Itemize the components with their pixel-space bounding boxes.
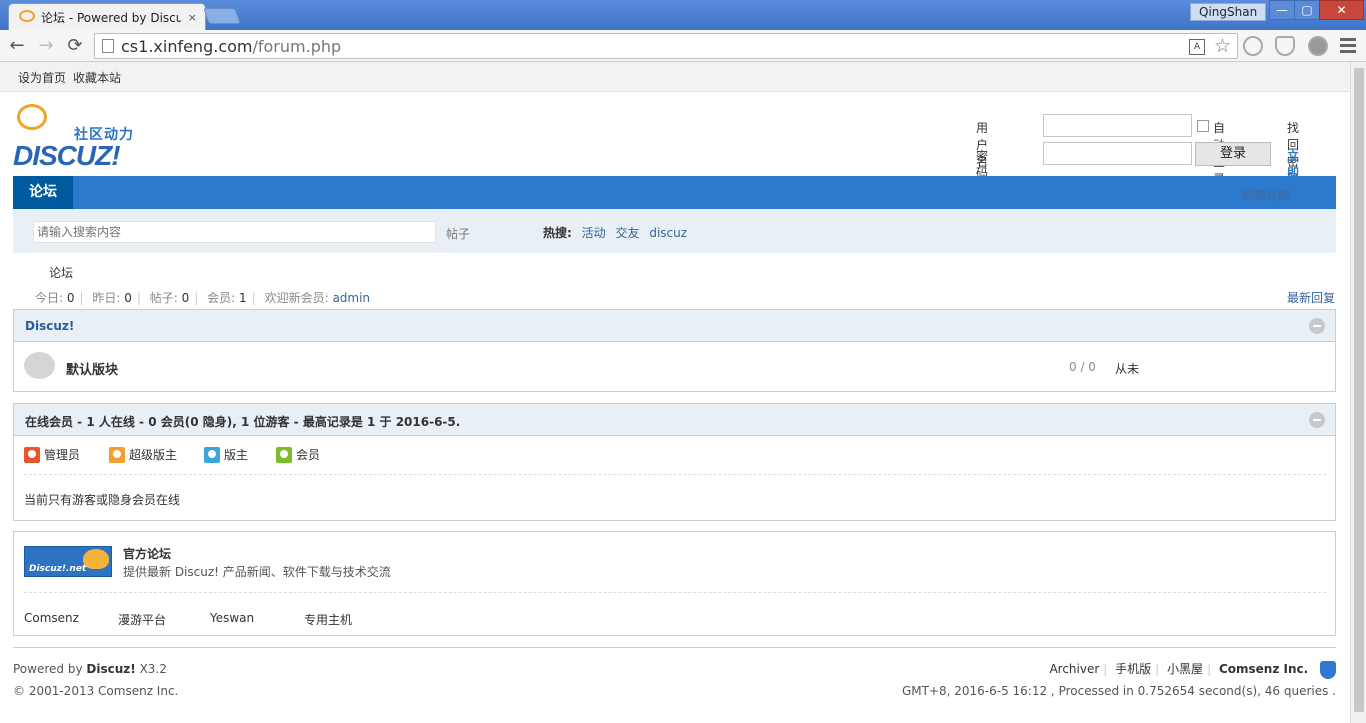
- scrollbar-thumb[interactable]: [1354, 68, 1364, 712]
- security-shield-icon[interactable]: [1320, 660, 1336, 679]
- tab-close-icon[interactable]: ×: [188, 11, 197, 24]
- breadcrumb[interactable]: 论坛: [49, 264, 73, 281]
- logo-sun-icon: [83, 549, 109, 569]
- divider: [24, 474, 1326, 475]
- official-forum-desc: 提供最新 Discuz! 产品新闻、软件下载与技术交流: [123, 565, 391, 579]
- minimize-button[interactable]: —: [1269, 0, 1295, 20]
- collapse-icon[interactable]: [1309, 318, 1325, 334]
- login-button[interactable]: 登录: [1195, 142, 1271, 166]
- close-window-button[interactable]: ✕: [1319, 0, 1364, 20]
- site-logo[interactable]: 社区动力 DISCUZ!: [13, 102, 153, 172]
- new-tab-button[interactable]: [203, 8, 241, 24]
- nav-forum-tab[interactable]: 论坛: [13, 176, 73, 209]
- bookmark-star-icon[interactable]: ☆: [1214, 35, 1231, 57]
- friend-link[interactable]: Comsenz: [24, 611, 79, 625]
- reload-button[interactable]: ⟳: [64, 35, 86, 57]
- search-type-select[interactable]: 帖子: [446, 225, 470, 242]
- page-viewport: 设为首页 收藏本站 社区动力 DISCUZ! 用户名 自动登录 找回密码 密码 …: [0, 62, 1366, 723]
- page-icon: [102, 39, 114, 53]
- divider: [24, 592, 1326, 593]
- forum-status-icon: [24, 352, 55, 379]
- address-bar[interactable]: cs1.xinfeng.com/forum.php A ☆: [94, 33, 1238, 59]
- copyright: © 2001-2013 Comsenz Inc.: [13, 684, 179, 698]
- forum-name-link[interactable]: 默认版块: [66, 359, 118, 378]
- forum-last-post: 从未: [1115, 362, 1140, 376]
- forum-row: 默认版块 0 / 0 从未: [14, 342, 1335, 391]
- browser-tab-title: 论坛 - Powered by Discuz!: [41, 10, 181, 25]
- category-title[interactable]: Discuz!: [25, 319, 74, 333]
- friend-link[interactable]: Yeswan: [210, 611, 254, 625]
- online-message: 当前只有游客或隐身会员在线: [24, 493, 181, 507]
- category-box: Discuz! 默认版块 0 / 0 从未: [13, 309, 1336, 392]
- search-input[interactable]: [33, 221, 436, 243]
- auto-login-checkbox[interactable]: [1197, 120, 1209, 132]
- site-topbar: 设为首页 收藏本站: [0, 62, 1350, 92]
- maximize-button[interactable]: ▢: [1294, 0, 1320, 20]
- category-header: Discuz!: [14, 310, 1335, 342]
- extension-sync-icon[interactable]: [1243, 36, 1263, 56]
- extension-shield-icon[interactable]: [1275, 36, 1295, 56]
- chrome-menu-icon[interactable]: [1340, 38, 1356, 54]
- footer-links: Archiver | 手机版 | 小黑屋 | Comsenz Inc.: [1049, 660, 1336, 679]
- online-body: 管理员 超级版主 版主 会员 当前只有游客或隐身会员在线: [14, 436, 1335, 520]
- main-nav: 论坛 快捷导航: [13, 176, 1336, 209]
- super-moderator-icon: [109, 446, 125, 463]
- legend-mod: 版主: [204, 446, 248, 463]
- hot-term-link[interactable]: 交友: [615, 226, 639, 240]
- official-forum-link[interactable]: 官方论坛: [123, 545, 171, 562]
- discuz-favicon-icon: [19, 10, 35, 24]
- extension-globe-icon[interactable]: [1308, 36, 1328, 56]
- archiver-link[interactable]: Archiver: [1049, 662, 1099, 676]
- bookmark-site-link[interactable]: 收藏本站: [73, 69, 121, 86]
- mobile-link[interactable]: 手机版: [1115, 662, 1151, 676]
- back-button[interactable]: ←: [6, 35, 28, 57]
- forward-button[interactable]: →: [35, 35, 57, 57]
- friend-link[interactable]: 漫游平台: [118, 611, 166, 628]
- powered-by: Powered by Discuz! X3.2: [13, 662, 167, 676]
- browser-tab-active[interactable]: 论坛 - Powered by Discuz! ×: [8, 3, 206, 30]
- friend-link[interactable]: 专用主机: [304, 611, 352, 628]
- quick-nav-link[interactable]: 快捷导航: [1242, 186, 1290, 203]
- logo-wordmark: DISCUZ!: [13, 140, 121, 171]
- discuz-link[interactable]: Discuz!: [86, 662, 135, 676]
- profile-badge[interactable]: QingShan: [1190, 3, 1267, 21]
- hot-search-label: 热搜:: [543, 226, 572, 240]
- search-bar: 帖子 热搜: 活动 交友 discuz: [13, 209, 1336, 253]
- newest-member-link[interactable]: admin: [332, 291, 370, 305]
- collapse-icon[interactable]: [1309, 412, 1325, 428]
- online-header: 在线会员 - 1 人在线 - 0 会员(0 隐身), 1 位游客 - 最高记录是…: [14, 404, 1335, 436]
- discuz-net-logo[interactable]: Discuz!.net: [24, 546, 112, 577]
- admin-icon: [24, 446, 40, 463]
- hot-term-link[interactable]: 活动: [582, 226, 606, 240]
- set-home-link[interactable]: 设为首页: [18, 69, 66, 86]
- hot-search: 热搜: 活动 交友 discuz: [543, 224, 687, 241]
- comsenz-link[interactable]: Comsenz Inc.: [1219, 662, 1308, 676]
- username-input[interactable]: [1043, 114, 1192, 137]
- page-scrollbar[interactable]: [1350, 62, 1366, 723]
- latest-replies-link[interactable]: 最新回复: [1287, 289, 1335, 306]
- legend-super-mod: 超级版主: [109, 446, 177, 463]
- links-box: Discuz!.net 官方论坛 提供最新 Discuz! 产品新闻、软件下载与…: [13, 531, 1336, 636]
- legend-member: 会员: [276, 446, 320, 463]
- online-box: 在线会员 - 1 人在线 - 0 会员(0 隐身), 1 位游客 - 最高记录是…: [13, 403, 1336, 521]
- blacklist-link[interactable]: 小黑屋: [1167, 662, 1203, 676]
- forum-stats: 今日: 0 | 昨日: 0 | 帖子: 0 | 会员: 1 | 欢迎新会员: admin: [35, 291, 371, 305]
- moderator-icon: [204, 446, 220, 463]
- runtime-info: GMT+8, 2016-6-5 16:12 , Processed in 0.7…: [901, 684, 1336, 698]
- forum-thread-count: 0 / 0: [1069, 360, 1096, 374]
- browser-toolbar: ← → ⟳ cs1.xinfeng.com/forum.php A ☆: [0, 30, 1366, 62]
- logo-bubble-icon: [17, 104, 47, 130]
- hot-term-link[interactable]: discuz: [649, 226, 687, 240]
- footer-divider: [13, 647, 1336, 648]
- translate-icon[interactable]: A: [1189, 39, 1205, 55]
- password-input[interactable]: [1043, 142, 1192, 165]
- legend-admin: 管理员: [24, 446, 80, 463]
- browser-titlebar: 论坛 - Powered by Discuz! × QingShan — ▢ ✕: [0, 0, 1366, 30]
- url-text[interactable]: cs1.xinfeng.com/forum.php: [121, 37, 341, 56]
- member-icon: [276, 446, 292, 463]
- online-title[interactable]: 在线会员 - 1 人在线 - 0 会员(0 隐身), 1 位游客 - 最高记录是…: [25, 413, 460, 430]
